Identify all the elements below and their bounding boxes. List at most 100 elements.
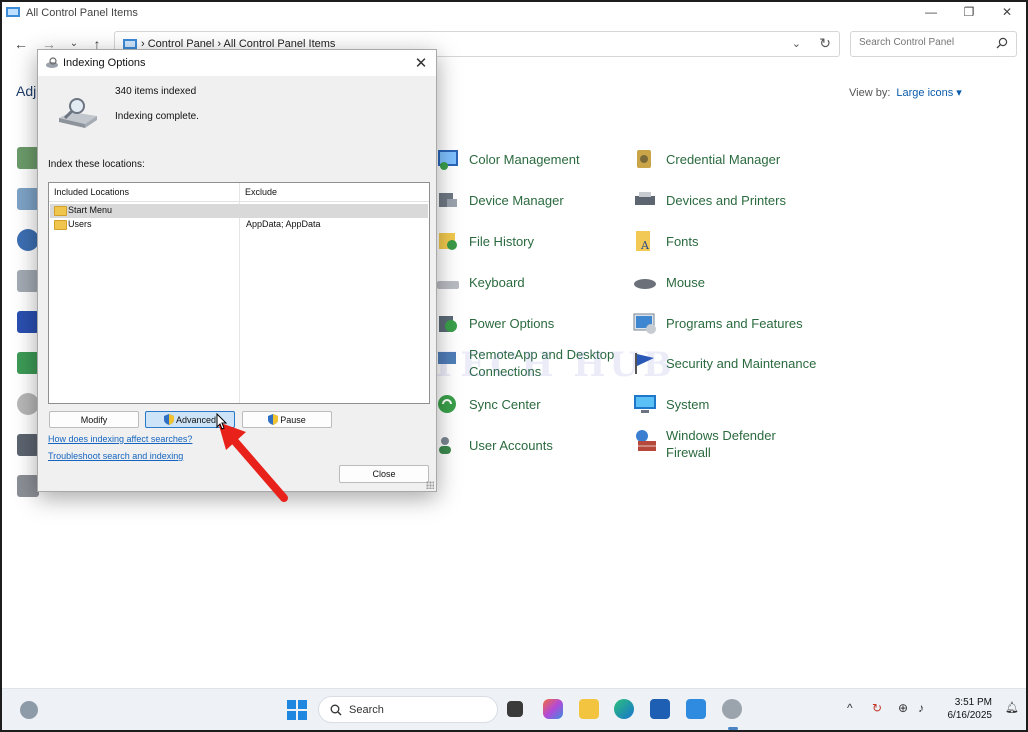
indexing-drive-icon <box>59 98 97 128</box>
cp-item-label: Mouse <box>666 274 706 290</box>
firewall-icon <box>636 430 656 451</box>
col-included-header[interactable]: Included Locations <box>54 187 129 197</box>
table-row[interactable]: Start Menu <box>50 204 428 218</box>
cp-item-firewall[interactable]: Windows Defender Firewall <box>632 427 796 461</box>
devices-printers-icon <box>635 192 655 205</box>
left-item-icon[interactable] <box>17 270 39 292</box>
location-exclude: AppData; AppData <box>246 219 321 229</box>
cp-item-user-accounts[interactable]: User Accounts <box>435 432 553 458</box>
cp-item-label: Windows Defender Firewall <box>666 428 776 460</box>
maximize-button[interactable]: ❐ <box>950 2 988 22</box>
file-explorer-icon[interactable] <box>579 699 599 719</box>
network-globe-icon[interactable]: ⊕ <box>898 701 908 715</box>
edge-browser-icon[interactable] <box>614 699 634 719</box>
modify-label: Modify <box>80 414 108 425</box>
cp-item-credential-manager[interactable]: Credential Manager <box>632 146 780 172</box>
left-item-icon[interactable] <box>17 475 39 497</box>
locations-table[interactable]: Included Locations Exclude Start Menu Us… <box>48 182 430 404</box>
cp-item-label: User Accounts <box>469 437 553 453</box>
weather-widget-icon[interactable] <box>20 701 38 719</box>
taskbar-search-label: Search <box>349 704 384 716</box>
table-row[interactable]: Users AppData; AppData <box>50 218 428 232</box>
cp-item-device-manager[interactable]: Device Manager <box>435 187 564 213</box>
copilot-icon[interactable] <box>543 699 563 719</box>
control-panel-icon <box>123 39 137 49</box>
file-history-icon <box>439 233 457 250</box>
cp-item-keyboard[interactable]: Keyboard <box>435 269 525 295</box>
cp-item-label: Credential Manager <box>666 151 781 167</box>
page-heading: Adj <box>16 83 37 99</box>
index-locations-label: Index these locations: <box>48 159 145 170</box>
indexing-icon <box>46 57 58 68</box>
cp-item-label: Fonts <box>666 233 699 249</box>
cp-item-sync-center[interactable]: Sync Center <box>435 391 541 417</box>
close-window-button[interactable]: ✕ <box>988 2 1026 22</box>
clock-date: 6/16/2025 <box>947 710 993 721</box>
indexing-help-link[interactable]: How does indexing affect searches? <box>48 434 192 444</box>
color-management-icon <box>438 150 458 170</box>
control-panel-taskbar-icon[interactable] <box>686 699 706 719</box>
search-control-panel[interactable] <box>850 31 1017 57</box>
address-dropdown-icon[interactable]: ⌄ <box>792 37 801 50</box>
window-title: All Control Panel Items <box>26 7 138 19</box>
notification-bell-icon[interactable]: 🔔︎ <box>1005 701 1019 714</box>
volume-icon[interactable]: ♪ <box>918 701 924 715</box>
cp-item-label: File History <box>469 233 535 249</box>
indexing-options-taskbar-icon[interactable] <box>722 699 742 719</box>
cp-item-system[interactable]: System <box>632 391 709 417</box>
close-label: Close <box>372 469 396 479</box>
view-by-dropdown[interactable]: Large icons ▾ <box>896 87 961 99</box>
minimize-button[interactable]: — <box>912 2 950 22</box>
cp-item-fonts[interactable]: A Fonts <box>632 228 699 254</box>
tray-chevron-icon[interactable]: ^ <box>847 701 853 715</box>
cp-item-mouse[interactable]: Mouse <box>632 269 705 295</box>
view-by-label: View by: <box>849 87 891 99</box>
cp-item-power-options[interactable]: Power Options <box>435 310 554 336</box>
taskbar-search[interactable]: Search <box>318 696 498 723</box>
programs-features-icon <box>633 313 656 334</box>
active-app-indicator <box>728 727 738 730</box>
desktop-screen: All Control Panel Items — ❐ ✕ ← → ⌄ ↑ › … <box>2 2 1026 730</box>
task-view-icon[interactable] <box>507 701 523 717</box>
credential-manager-icon <box>637 150 651 168</box>
search-input[interactable] <box>859 37 989 48</box>
modify-button[interactable]: Modify <box>49 411 139 428</box>
cp-item-label: System <box>666 396 710 412</box>
sync-center-icon <box>438 395 456 413</box>
left-item-icon[interactable] <box>17 188 39 210</box>
location-name: Users <box>68 219 92 229</box>
advanced-label: Advanced <box>175 414 217 425</box>
taskbar-clock[interactable]: 3:51 PM 6/16/2025 <box>944 696 993 722</box>
left-item-icon[interactable] <box>17 311 39 333</box>
search-icon[interactable] <box>996 37 1008 49</box>
cp-item-devices-printers[interactable]: Devices and Printers <box>632 187 786 213</box>
resize-grip[interactable] <box>426 481 434 489</box>
dialog-close-icon[interactable]: ✕ <box>412 54 430 72</box>
indexing-status-text: Indexing complete. <box>115 111 199 122</box>
windows-start-icon[interactable] <box>287 700 307 720</box>
user-accounts-icon <box>439 437 451 454</box>
left-item-icon[interactable] <box>17 393 39 415</box>
back-arrow-icon[interactable]: ← <box>12 35 30 53</box>
left-item-icon[interactable] <box>17 352 39 374</box>
left-item-icon[interactable] <box>17 229 39 251</box>
cp-item-color-management[interactable]: Color Management <box>435 146 580 172</box>
device-manager-icon <box>439 193 457 207</box>
power-options-icon <box>439 316 457 332</box>
cp-item-file-history[interactable]: File History <box>435 228 534 254</box>
store-icon[interactable] <box>650 699 670 719</box>
svg-text:A: A <box>640 239 650 252</box>
close-button[interactable]: Close <box>339 465 429 483</box>
col-exclude-header[interactable]: Exclude <box>245 187 277 197</box>
left-item-icon[interactable] <box>17 147 39 169</box>
cp-item-programs-features[interactable]: Programs and Features <box>632 310 803 336</box>
troubleshoot-link[interactable]: Troubleshoot search and indexing <box>48 451 183 461</box>
folder-icon <box>54 206 67 216</box>
dialog-title: Indexing Options <box>63 57 146 69</box>
sync-tray-icon[interactable]: ↻ <box>872 701 882 715</box>
cp-item-label: Keyboard <box>469 274 525 290</box>
left-item-icon[interactable] <box>17 434 39 456</box>
window-titlebar: All Control Panel Items — ❐ ✕ <box>2 2 1026 24</box>
refresh-icon[interactable]: ↻ <box>819 35 831 52</box>
dialog-titlebar: Indexing Options ✕ <box>38 50 436 76</box>
